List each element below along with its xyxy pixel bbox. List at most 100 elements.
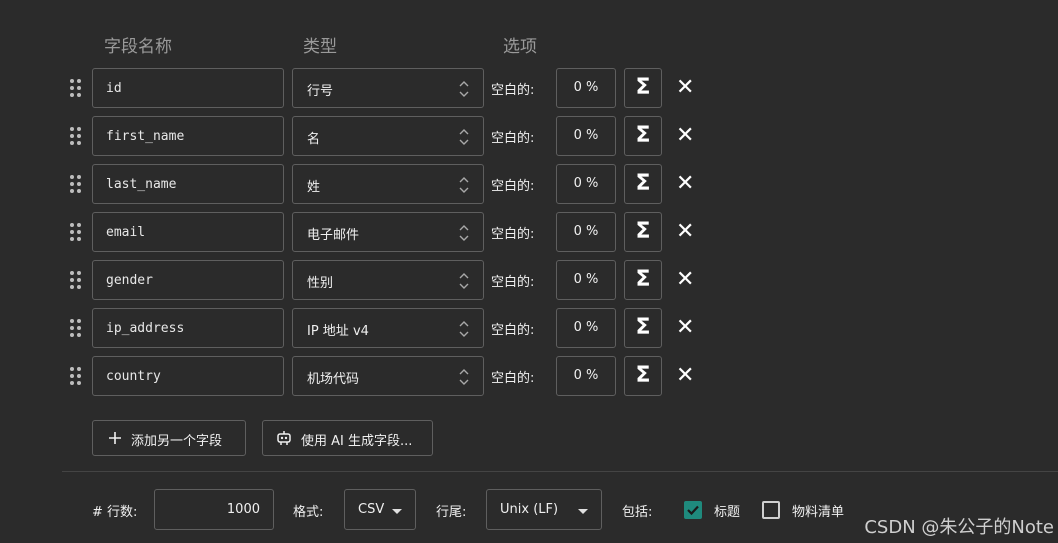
field-row: country 机场代码 空白的: 0 % Σ ✕ xyxy=(0,356,1058,396)
formula-button[interactable]: Σ xyxy=(624,164,662,204)
include-label: 包括: xyxy=(622,505,653,520)
blank-label: 空白的: xyxy=(491,371,535,386)
close-icon[interactable]: ✕ xyxy=(676,269,694,291)
blank-label: 空白的: xyxy=(491,227,535,242)
blank-percent-input[interactable]: 0 % xyxy=(556,308,616,348)
formula-button[interactable]: Σ xyxy=(624,68,662,108)
field-type-value: IP 地址 v4 xyxy=(307,324,369,339)
rows-count-input[interactable]: 1000 xyxy=(154,489,274,530)
line-ending-value: Unix (LF) xyxy=(500,502,559,517)
blank-percent-input[interactable]: 0 % xyxy=(556,356,616,396)
blank-percent-value: 0 % xyxy=(573,176,599,191)
blank-percent-input[interactable]: 0 % xyxy=(556,260,616,300)
field-name-input[interactable]: id xyxy=(92,68,284,108)
ai-generate-button[interactable]: 使用 AI 生成字段... xyxy=(262,420,433,456)
field-row: first_name 名 空白的: 0 % Σ ✕ xyxy=(0,116,1058,156)
field-type-select[interactable]: 性别 xyxy=(292,260,484,300)
field-row: last_name 姓 空白的: 0 % Σ ✕ xyxy=(0,164,1058,204)
drag-handle-icon[interactable] xyxy=(70,271,82,289)
add-field-label: 添加另一个字段 xyxy=(131,434,223,449)
updown-chevron-icon xyxy=(459,129,469,145)
formula-button[interactable]: Σ xyxy=(624,308,662,348)
header-options: 选项 xyxy=(503,37,537,57)
blank-percent-value: 0 % xyxy=(573,80,599,95)
blank-label: 空白的: xyxy=(491,131,535,146)
field-name-value: email xyxy=(106,225,146,240)
close-icon[interactable]: ✕ xyxy=(676,365,694,387)
header-checkbox[interactable] xyxy=(684,501,702,519)
formula-button[interactable]: Σ xyxy=(624,260,662,300)
header-type: 类型 xyxy=(303,37,337,57)
rows-count-value: 1000 xyxy=(226,502,260,517)
format-value: CSV xyxy=(358,502,385,517)
sigma-icon: Σ xyxy=(635,219,651,244)
updown-chevron-icon xyxy=(459,273,469,289)
blank-percent-input[interactable]: 0 % xyxy=(556,68,616,108)
updown-chevron-icon xyxy=(459,369,469,385)
field-name-value: first_name xyxy=(106,129,185,144)
field-name-input[interactable]: gender xyxy=(92,260,284,300)
drag-handle-icon[interactable] xyxy=(70,319,82,337)
updown-chevron-icon xyxy=(459,321,469,337)
updown-chevron-icon xyxy=(459,225,469,241)
formula-button[interactable]: Σ xyxy=(624,212,662,252)
drag-handle-icon[interactable] xyxy=(70,127,82,145)
close-icon[interactable]: ✕ xyxy=(676,221,694,243)
field-name-input[interactable]: email xyxy=(92,212,284,252)
field-name-input[interactable]: first_name xyxy=(92,116,284,156)
field-type-select[interactable]: IP 地址 v4 xyxy=(292,308,484,348)
rows-count-label: # 行数: xyxy=(92,505,138,520)
field-row: ip_address IP 地址 v4 空白的: 0 % Σ ✕ xyxy=(0,308,1058,348)
blank-percent-input[interactable]: 0 % xyxy=(556,212,616,252)
blank-percent-input[interactable]: 0 % xyxy=(556,116,616,156)
sigma-icon: Σ xyxy=(635,75,651,100)
field-type-select[interactable]: 姓 xyxy=(292,164,484,204)
field-type-select[interactable]: 电子邮件 xyxy=(292,212,484,252)
field-type-select[interactable]: 行号 xyxy=(292,68,484,108)
plus-icon xyxy=(109,432,121,444)
blank-label: 空白的: xyxy=(491,179,535,194)
blank-percent-value: 0 % xyxy=(573,272,599,287)
add-field-button[interactable]: 添加另一个字段 xyxy=(92,420,246,456)
field-row: id 行号 空白的: 0 % Σ ✕ xyxy=(0,68,1058,108)
formula-button[interactable]: Σ xyxy=(624,116,662,156)
line-ending-select[interactable]: Unix (LF) xyxy=(486,489,602,530)
blank-percent-input[interactable]: 0 % xyxy=(556,164,616,204)
field-name-input[interactable]: country xyxy=(92,356,284,396)
sigma-icon: Σ xyxy=(635,363,651,388)
updown-chevron-icon xyxy=(459,177,469,193)
blank-percent-value: 0 % xyxy=(573,320,599,335)
field-row: gender 性别 空白的: 0 % Σ ✕ xyxy=(0,260,1058,300)
formula-button[interactable]: Σ xyxy=(624,356,662,396)
field-type-select[interactable]: 名 xyxy=(292,116,484,156)
sigma-icon: Σ xyxy=(635,267,651,292)
bom-checkbox-label: 物料清单 xyxy=(792,505,845,520)
robot-icon xyxy=(277,431,291,445)
format-select[interactable]: CSV xyxy=(344,489,416,530)
sigma-icon: Σ xyxy=(635,315,651,340)
close-icon[interactable]: ✕ xyxy=(676,125,694,147)
blank-label: 空白的: xyxy=(491,83,535,98)
close-icon[interactable]: ✕ xyxy=(676,173,694,195)
drag-handle-icon[interactable] xyxy=(70,223,82,241)
field-name-value: id xyxy=(106,81,122,96)
field-type-select[interactable]: 机场代码 xyxy=(292,356,484,396)
close-icon[interactable]: ✕ xyxy=(676,317,694,339)
checkmark-icon xyxy=(687,505,699,516)
caret-down-icon xyxy=(578,509,588,514)
close-icon[interactable]: ✕ xyxy=(676,77,694,99)
field-name-input[interactable]: last_name xyxy=(92,164,284,204)
drag-handle-icon[interactable] xyxy=(70,79,82,97)
line-ending-label: 行尾: xyxy=(436,505,467,520)
ai-generate-label: 使用 AI 生成字段... xyxy=(301,434,413,449)
field-type-value: 姓 xyxy=(307,180,321,195)
sigma-icon: Σ xyxy=(635,123,651,148)
watermark: CSDN @朱公子的Note xyxy=(864,517,1054,538)
blank-percent-value: 0 % xyxy=(573,368,599,383)
field-name-input[interactable]: ip_address xyxy=(92,308,284,348)
field-name-value: last_name xyxy=(106,177,177,192)
field-name-value: country xyxy=(106,369,161,384)
drag-handle-icon[interactable] xyxy=(70,175,82,193)
drag-handle-icon[interactable] xyxy=(70,367,82,385)
bom-checkbox[interactable] xyxy=(762,501,780,519)
